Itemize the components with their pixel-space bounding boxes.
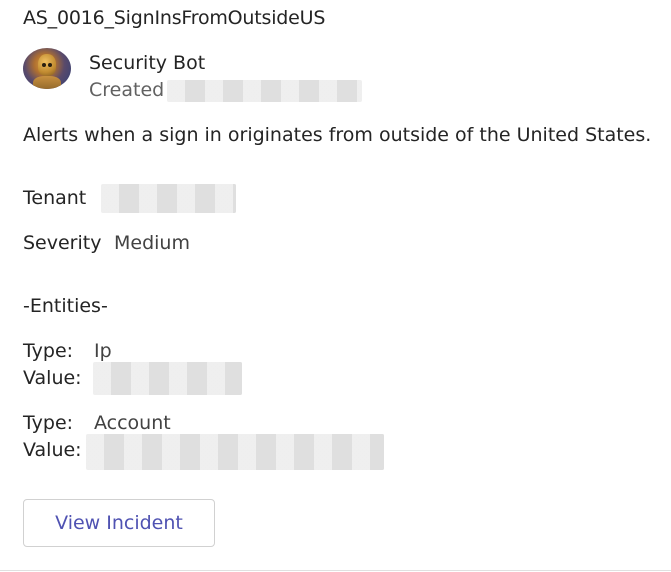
tenant-label: Tenant <box>23 187 87 209</box>
avatar-body <box>33 76 61 89</box>
entity-type-value: Ip <box>94 340 112 362</box>
divider <box>0 570 671 571</box>
entity-account-value-redacted <box>86 434 384 470</box>
created-date-redacted <box>167 80 362 102</box>
entity-type-value: Account <box>94 412 171 434</box>
alert-title: AS_0016_SignInsFromOutsideUS <box>23 7 326 29</box>
adaptive-card: AS_0016_SignInsFromOutsideUS Security Bo… <box>0 0 671 572</box>
entity-value-label: Value: <box>23 367 82 389</box>
severity-label: Severity <box>23 232 102 254</box>
entity-ip-value-redacted <box>93 362 242 395</box>
avatar-eye-left <box>42 63 46 67</box>
entity-type-label: Type: <box>23 412 74 434</box>
bot-avatar[interactable] <box>23 48 71 89</box>
severity-value: Medium <box>114 232 190 254</box>
entities-heading: -Entities- <box>23 295 108 317</box>
tenant-value-redacted <box>101 184 236 213</box>
avatar-head <box>38 54 56 76</box>
view-incident-button[interactable]: View Incident <box>23 499 215 547</box>
avatar-eye-right <box>48 63 52 67</box>
entity-type-label: Type: <box>23 340 74 362</box>
created-label: Created <box>89 79 165 101</box>
bot-name: Security Bot <box>89 52 206 74</box>
entity-value-label: Value: <box>23 439 82 461</box>
alert-description: Alerts when a sign in originates from ou… <box>23 124 652 146</box>
